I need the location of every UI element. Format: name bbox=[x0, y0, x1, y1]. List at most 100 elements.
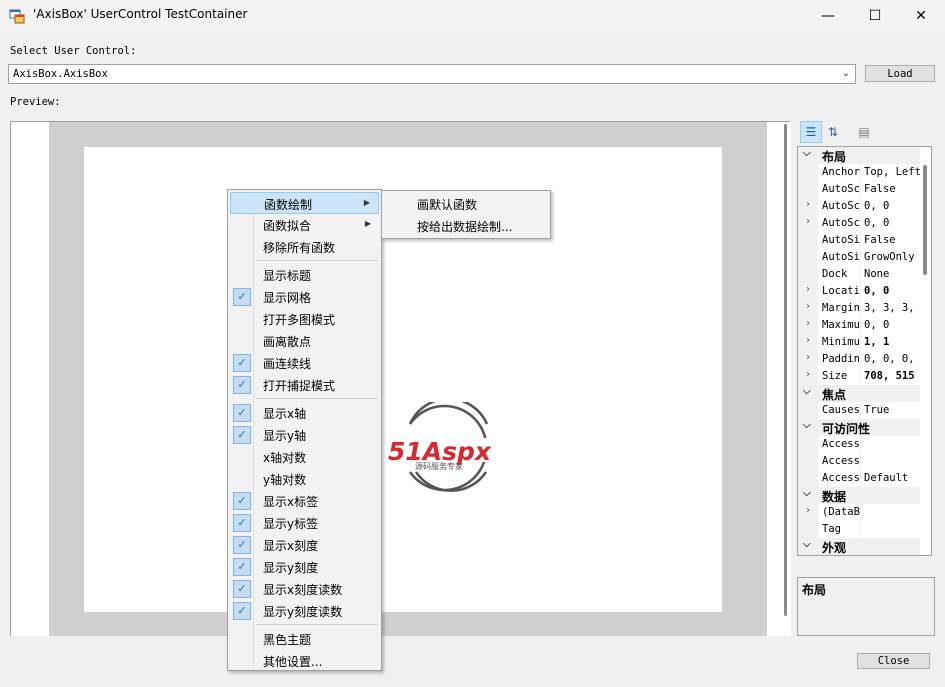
property-row[interactable]: Causes True bbox=[798, 402, 920, 419]
property-value[interactable]: Default bbox=[864, 472, 920, 484]
menu-item[interactable]: ✓ 显示y刻度读数 bbox=[230, 600, 379, 622]
menu-item[interactable]: 其他设置... bbox=[230, 650, 379, 672]
expand-icon[interactable]: › bbox=[805, 505, 811, 516]
expand-icon[interactable]: › bbox=[805, 318, 811, 329]
maximize-button[interactable]: ☐ bbox=[852, 0, 898, 32]
menu-item[interactable]: x轴对数 bbox=[230, 446, 379, 468]
property-value[interactable]: 0, 0 bbox=[864, 217, 920, 229]
menu-item[interactable]: 函数拟合 ▶ bbox=[230, 214, 379, 236]
menu-item[interactable]: y轴对数 bbox=[230, 468, 379, 490]
property-row[interactable]: › Locati 0, 0 bbox=[798, 283, 920, 300]
property-row[interactable]: › Margin 3, 3, 3, bbox=[798, 300, 920, 317]
property-category[interactable]: ⌵ 数据 bbox=[798, 487, 920, 504]
collapse-icon[interactable]: ⌵ bbox=[803, 539, 811, 550]
expand-icon[interactable]: › bbox=[805, 335, 811, 346]
property-row[interactable]: AutoSc False bbox=[798, 181, 920, 198]
property-pages-icon[interactable]: ▤ bbox=[853, 121, 875, 143]
submenu-item[interactable]: 画默认函数 bbox=[384, 193, 548, 215]
menu-item[interactable]: ✓ 显示x刻度 bbox=[230, 534, 379, 556]
property-value[interactable]: 708, 515 bbox=[864, 370, 920, 382]
menu-item[interactable]: ✓ 画连续线 bbox=[230, 352, 379, 374]
property-row[interactable]: › AutoSc 0, 0 bbox=[798, 215, 920, 232]
load-button-label: Load bbox=[887, 67, 913, 80]
property-value[interactable]: 0, 0, 0, bbox=[864, 353, 920, 365]
expand-icon[interactable]: › bbox=[805, 301, 811, 312]
property-name: Access bbox=[822, 438, 860, 450]
preview-scrollbar[interactable] bbox=[779, 122, 791, 636]
scrollbar-thumb[interactable] bbox=[784, 124, 787, 616]
categorized-icon[interactable]: ☰ bbox=[800, 121, 822, 143]
expand-icon[interactable]: › bbox=[805, 352, 811, 363]
alphabetical-sort-icon[interactable]: ⇅ bbox=[822, 121, 844, 143]
menu-item[interactable]: ✓ 显示y标签 bbox=[230, 512, 379, 534]
property-value[interactable]: False bbox=[864, 234, 920, 246]
property-value[interactable]: 3, 3, 3, bbox=[864, 302, 920, 314]
collapse-icon[interactable]: ⌵ bbox=[803, 386, 811, 397]
property-row[interactable]: Tag bbox=[798, 521, 920, 538]
collapse-icon[interactable]: ⌵ bbox=[803, 488, 811, 499]
property-category[interactable]: ⌵ 布局 bbox=[798, 147, 920, 164]
property-category[interactable]: ⌵ 外观 bbox=[798, 538, 920, 555]
property-row[interactable]: Anchor Top, Left bbox=[798, 164, 920, 181]
expand-icon[interactable]: › bbox=[805, 216, 811, 227]
property-row[interactable]: AutoSi False bbox=[798, 232, 920, 249]
menu-item[interactable]: 函数绘制 ▶ bbox=[230, 192, 379, 214]
menu-item[interactable]: ✓ 显示x刻度读数 bbox=[230, 578, 379, 600]
chevron-down-icon[interactable]: ⌄ bbox=[839, 66, 853, 82]
close-button[interactable]: Close bbox=[857, 653, 930, 669]
menu-item[interactable]: 移除所有函数 bbox=[230, 236, 379, 258]
property-name: Margin bbox=[822, 302, 860, 314]
property-grid-scrollbar[interactable] bbox=[923, 165, 927, 275]
property-category[interactable]: ⌵ 焦点 bbox=[798, 385, 920, 402]
menu-item[interactable]: 打开多图模式 bbox=[230, 308, 379, 330]
property-category-label: 外观 bbox=[822, 541, 847, 555]
property-value[interactable]: None bbox=[864, 268, 920, 280]
close-window-button[interactable]: ✕ bbox=[898, 0, 944, 32]
property-category[interactable]: ⌵ 可访问性 bbox=[798, 419, 920, 436]
collapse-icon[interactable]: ⌵ bbox=[803, 148, 811, 159]
collapse-icon[interactable]: ⌵ bbox=[803, 420, 811, 431]
menu-item[interactable]: 画离散点 bbox=[230, 330, 379, 352]
property-name: Anchor bbox=[822, 166, 860, 178]
menu-item[interactable]: 显示标题 bbox=[230, 264, 379, 286]
close-button-label: Close bbox=[877, 655, 910, 667]
property-row[interactable]: AutoSi GrowOnly bbox=[798, 249, 920, 266]
submenu-item[interactable]: 按给出数据绘制... bbox=[384, 215, 548, 237]
property-row[interactable]: BackCoContr bbox=[798, 555, 920, 556]
expand-icon[interactable]: › bbox=[805, 284, 811, 295]
menu-item[interactable]: ✓ 显示x标签 bbox=[230, 490, 379, 512]
expand-icon[interactable]: › bbox=[805, 199, 811, 210]
property-value[interactable]: 0, 0 bbox=[864, 319, 920, 331]
property-value[interactable]: 0, 0 bbox=[864, 200, 920, 212]
property-row[interactable]: › (DataB bbox=[798, 504, 920, 521]
property-row[interactable]: › Maximu 0, 0 bbox=[798, 317, 920, 334]
user-control-combobox[interactable]: AxisBox.AxisBox ⌄ bbox=[8, 64, 856, 84]
load-button[interactable]: Load bbox=[865, 65, 935, 82]
property-value[interactable]: 1, 1 bbox=[864, 336, 920, 348]
property-row[interactable]: › Minimu 1, 1 bbox=[798, 334, 920, 351]
property-row[interactable]: › Paddin 0, 0, 0, bbox=[798, 351, 920, 368]
property-row[interactable]: Access bbox=[798, 453, 920, 470]
property-row[interactable]: Dock None bbox=[798, 266, 920, 283]
description-title: 布局 bbox=[802, 583, 827, 597]
property-value[interactable]: 0, 0 bbox=[864, 285, 920, 297]
property-row[interactable]: › Size 708, 515 bbox=[798, 368, 920, 385]
property-row[interactable]: Access Default bbox=[798, 470, 920, 487]
property-row[interactable]: › AutoSc 0, 0 bbox=[798, 198, 920, 215]
property-value[interactable]: GrowOnly bbox=[864, 251, 920, 263]
column-divider bbox=[860, 555, 861, 556]
menu-item[interactable]: ✓ 显示网格 bbox=[230, 286, 379, 308]
menu-item[interactable]: ✓ 显示y轴 bbox=[230, 424, 379, 446]
expand-icon[interactable]: › bbox=[805, 369, 811, 380]
menu-item[interactable]: 黑色主题 bbox=[230, 628, 379, 650]
property-value[interactable]: True bbox=[864, 404, 920, 416]
menu-item[interactable]: ✓ 显示x轴 bbox=[230, 402, 379, 424]
property-value[interactable]: False bbox=[864, 183, 920, 195]
column-divider bbox=[860, 351, 861, 368]
property-row[interactable]: Access bbox=[798, 436, 920, 453]
menu-item[interactable]: ✓ 打开捕捉模式 bbox=[230, 374, 379, 396]
property-grid[interactable]: ⌵ 布局 Anchor Top, Left AutoSc False › AutoSc 0, 0… bbox=[797, 146, 932, 556]
minimize-button[interactable]: — bbox=[805, 0, 851, 32]
property-value[interactable]: Top, Left bbox=[864, 166, 920, 178]
menu-item[interactable]: ✓ 显示y刻度 bbox=[230, 556, 379, 578]
